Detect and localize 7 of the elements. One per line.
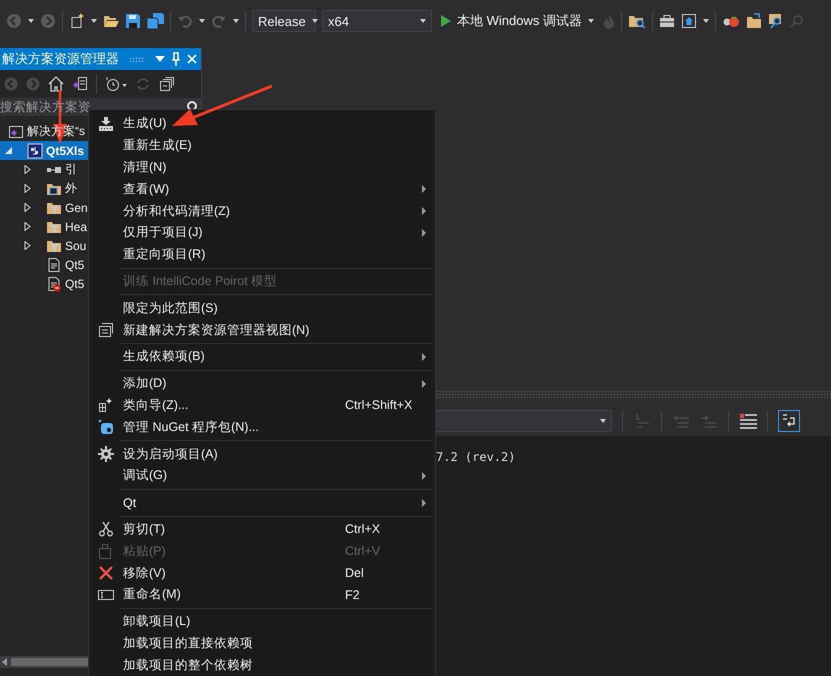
shortcut-label: Ctrl+X — [345, 522, 380, 536]
panel-title: 解决方案资源管理器 — [2, 50, 119, 68]
shortcut-label: Ctrl+V — [345, 544, 380, 558]
shortcut-label: F2 — [345, 588, 360, 602]
shortcut-label: Del — [345, 566, 364, 580]
shortcut-label: Ctrl+Shift+X — [345, 398, 412, 412]
output-text: 7.2 (rev.2) — [436, 450, 516, 464]
